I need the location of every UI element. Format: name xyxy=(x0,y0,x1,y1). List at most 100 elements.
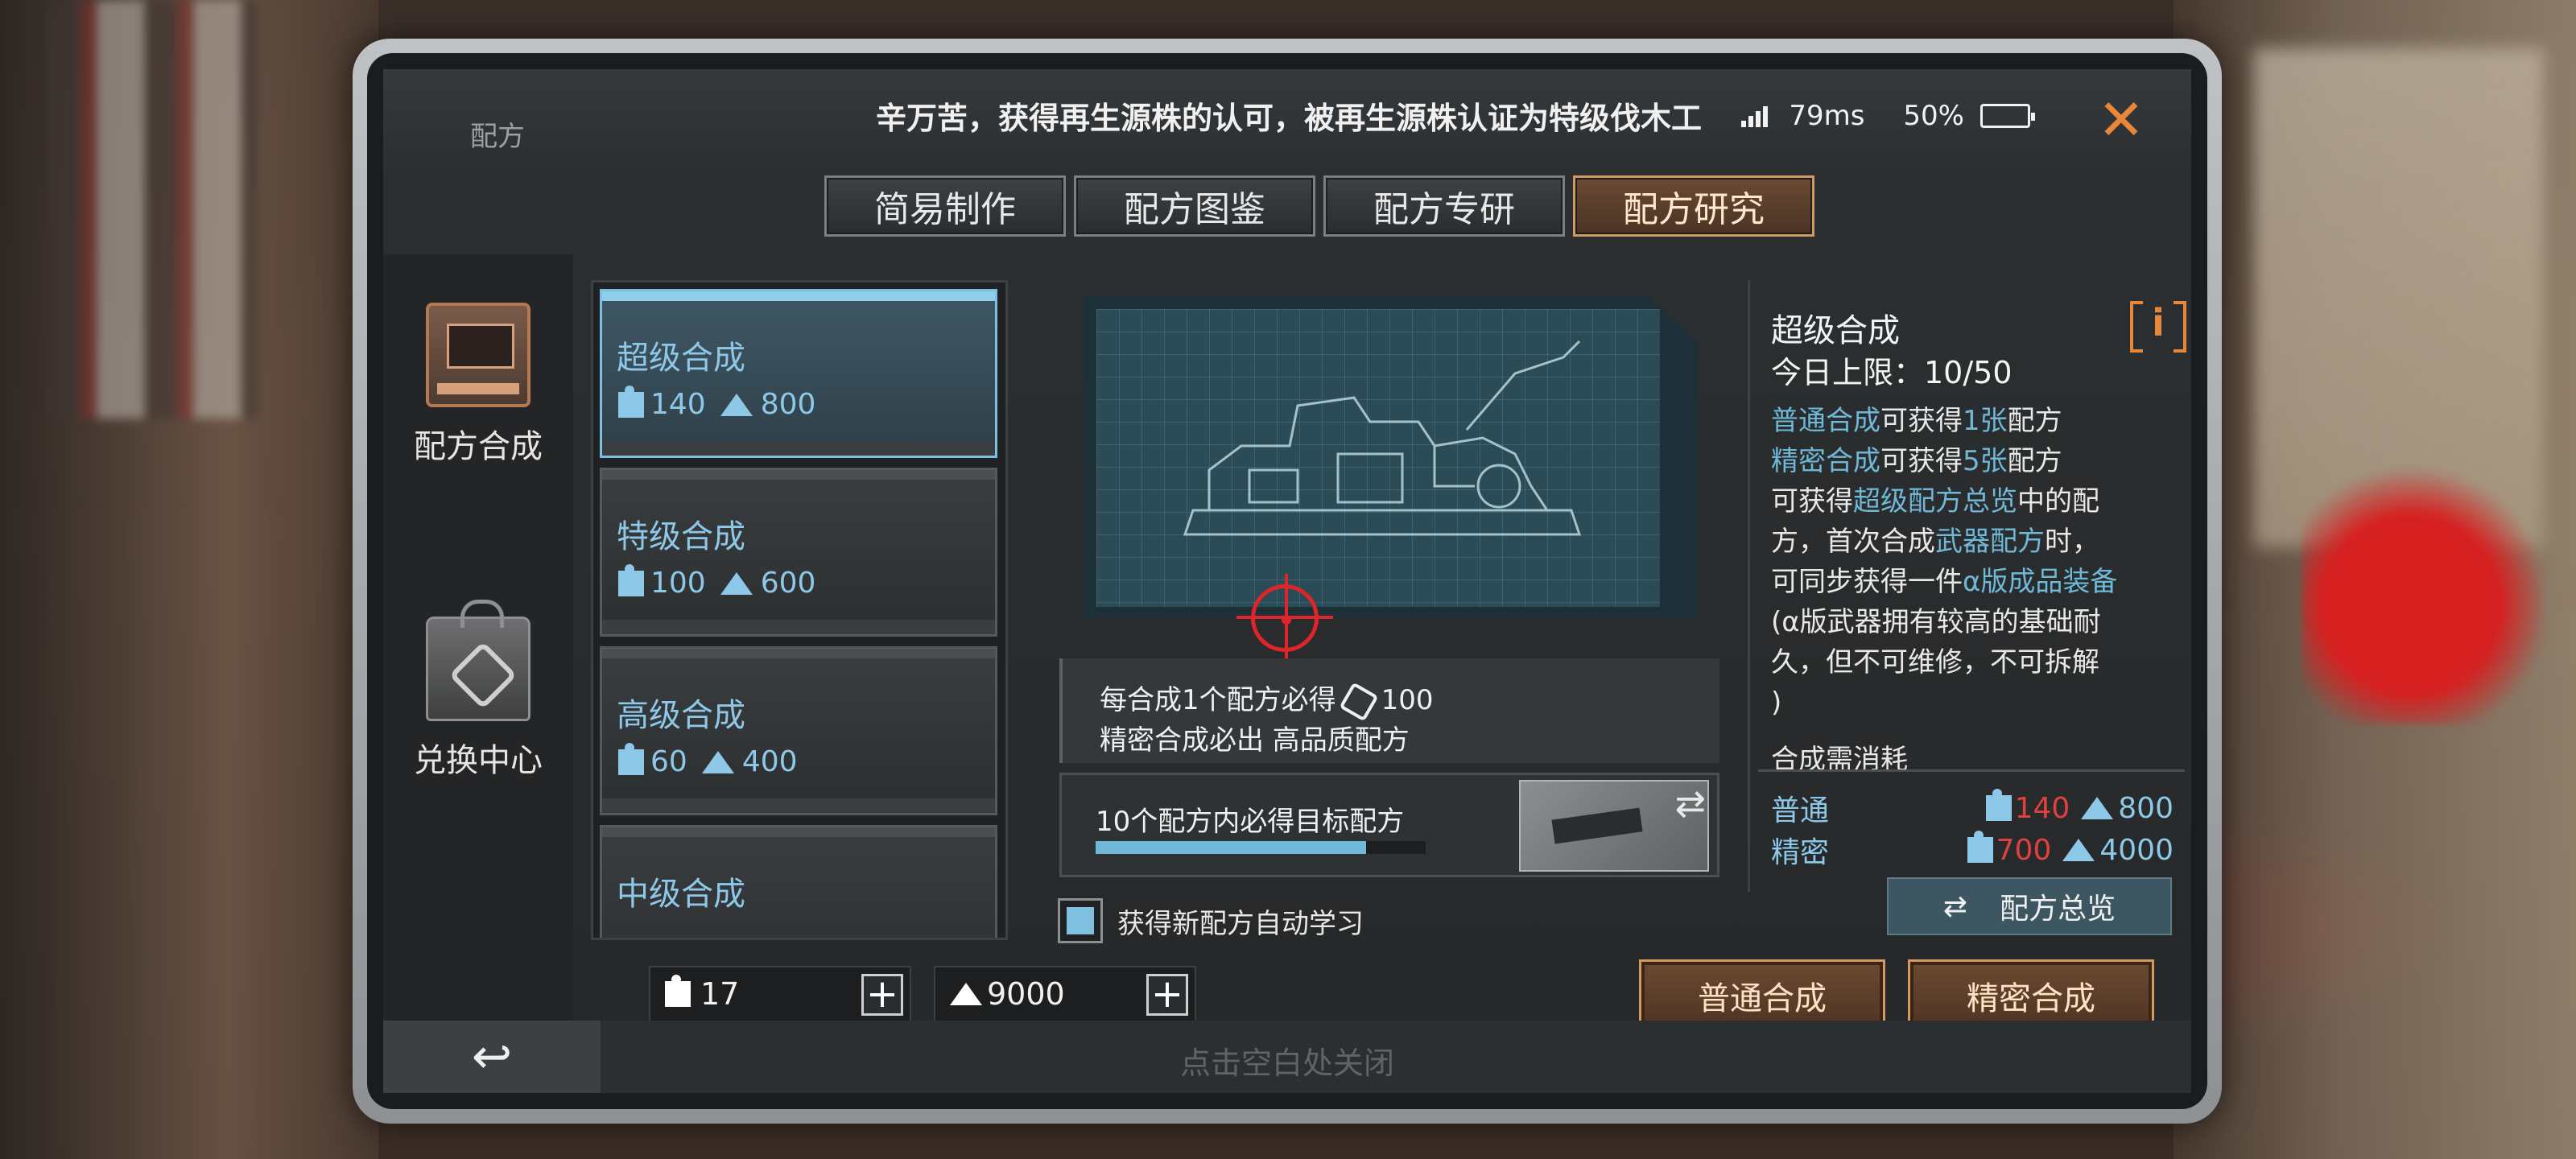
crosshair-icon xyxy=(1251,574,1319,664)
ore-icon xyxy=(2081,797,2114,819)
ore-cost: 600 xyxy=(760,567,816,600)
desc-text: 中的配 xyxy=(2017,485,2099,518)
desc-highlight: 精密合成 xyxy=(1771,445,1880,477)
reward-line-2: 精密合成必出 高品质配方 xyxy=(1100,724,1410,757)
ore-icon xyxy=(720,393,753,416)
sidebar: 配方合成 兑换中心 xyxy=(383,254,573,1027)
add-puzzle-button[interactable]: + xyxy=(861,974,903,1016)
overview-label: 配方总览 xyxy=(2000,893,2116,926)
desc-text: 可同步获得一件 xyxy=(1771,566,1963,598)
recipe-list[interactable]: 超级合成 140 800 特级合成 100 600 高级合成 60 400 中级… xyxy=(591,280,1008,940)
blueprint-image xyxy=(1096,309,1660,607)
back-button[interactable]: ↩ xyxy=(383,1021,601,1093)
battery-icon xyxy=(1980,104,2035,128)
tablet-screen: 配方 辛万苦，获得再生源株的认可，被再生源株认证为特级伐木工 79ms 50% … xyxy=(367,53,2207,1109)
tab-recipe-catalog[interactable]: 配方图鉴 xyxy=(1074,175,1315,237)
auto-learn-toggle[interactable]: 获得新配方自动学习 xyxy=(1058,898,1364,943)
card-strip xyxy=(602,291,995,301)
cost-row-precise: 精密 700 4000 xyxy=(1771,829,2174,871)
target-text: 10个配方内必得目标配方 xyxy=(1096,806,1405,838)
desc-line-4: 方，首次合成武器配方时， xyxy=(1771,522,2190,562)
ore-cost: 400 xyxy=(741,745,798,778)
sidebar-item-label: 兑换中心 xyxy=(414,742,543,779)
background-red-object xyxy=(2302,459,2544,724)
tab-recipe-study[interactable]: 配方专研 xyxy=(1323,175,1565,237)
recipe-card-super[interactable]: 超级合成 140 800 xyxy=(600,289,997,458)
swap-icon[interactable]: ⇄ xyxy=(1674,782,1706,825)
desc-highlight: 5张 xyxy=(1963,445,2008,477)
puzzle-icon xyxy=(618,563,644,596)
close-button[interactable]: ✕ xyxy=(2093,92,2149,148)
target-progress-bar xyxy=(1096,841,1426,854)
normal-ore-cost: 800 xyxy=(2118,791,2174,825)
puzzle-resource: 17 + xyxy=(649,966,911,1022)
desc-text: 可获得 xyxy=(1771,485,1853,518)
recipe-panel: 配方 辛万苦，获得再生源株的认可，被再生源株认证为特级伐木工 79ms 50% … xyxy=(383,69,2191,1032)
recipe-name: 中级合成 xyxy=(617,876,745,913)
auto-learn-checkbox[interactable] xyxy=(1058,898,1103,943)
tab-simple-craft[interactable]: 简易制作 xyxy=(824,175,1066,237)
desc-line-1: 普通合成可获得1张配方 xyxy=(1771,401,2190,441)
desc-text: 方，首次合成 xyxy=(1771,526,1935,558)
desc-highlight: 超级配方总览 xyxy=(1853,485,2017,518)
recipe-costs: 100 600 xyxy=(618,563,816,600)
sidebar-item-recipe-synthesis[interactable]: 配方合成 xyxy=(383,303,573,467)
shopping-bag-icon xyxy=(426,600,530,721)
recipe-card-advanced[interactable]: 高级合成 60 400 xyxy=(600,646,997,815)
recipe-card-intermediate[interactable]: 中级合成 xyxy=(600,825,997,938)
terminal-icon xyxy=(426,303,530,407)
desc-highlight: 普通合成 xyxy=(1771,405,1880,437)
detail-description: 普通合成可获得1张配方 精密合成可获得5张配方 可获得超级配方总览中的配 方，首… xyxy=(1771,401,2190,723)
recipe-preview: 每合成1个配方必得 100 精密合成必出 高品质配方 10个配方内必得目标配方 ⇄ xyxy=(1035,280,1721,892)
puzzle-cost: 100 xyxy=(650,567,706,600)
puzzle-icon xyxy=(618,742,644,775)
top-bar: 配方 辛万苦，获得再生源株的认可，被再生源株认证为特级伐木工 79ms 50% … xyxy=(383,69,2191,174)
cost-row-label: 普通 xyxy=(1771,794,1830,827)
recipe-name: 高级合成 xyxy=(617,697,745,734)
add-ore-button[interactable]: + xyxy=(1146,974,1188,1016)
recipe-costs: 60 400 xyxy=(618,742,798,778)
card-footer xyxy=(602,620,995,634)
desc-highlight: α版成品装备 xyxy=(1963,566,2118,598)
desc-text: 配方 xyxy=(2007,405,2062,437)
recipe-name: 特级合成 xyxy=(617,518,745,555)
target-recipe-box[interactable]: 10个配方内必得目标配方 ⇄ xyxy=(1059,773,1719,877)
precise-puzzle-cost: 700 xyxy=(1996,833,2052,867)
ore-icon xyxy=(720,571,753,595)
recipe-costs: 140 800 xyxy=(618,385,815,421)
recipe-card-special[interactable]: 特级合成 100 600 xyxy=(600,468,997,637)
desc-text: 可获得 xyxy=(1880,445,1963,477)
window-title: 配方 xyxy=(470,121,525,153)
tab-recipe-research[interactable]: 配方研究 xyxy=(1573,175,1814,237)
precise-ore-cost: 4000 xyxy=(2099,833,2174,867)
desc-text: 配方 xyxy=(2007,445,2062,477)
tablet-device: 配方 辛万苦，获得再生源株的认可，被再生源株认证为特级伐木工 79ms 50% … xyxy=(353,39,2222,1124)
card-footer xyxy=(602,798,995,813)
desc-line-5: 可同步获得一件α版成品装备 xyxy=(1771,562,2190,602)
ore-amount: 9000 xyxy=(987,976,1065,1012)
desc-line-2: 精密合成可获得5张配方 xyxy=(1771,441,2190,481)
signal-icon xyxy=(1741,105,1769,127)
info-icon[interactable]: i xyxy=(2130,301,2186,353)
cost-row-values: 140 800 xyxy=(1964,789,2174,825)
recipe-overview-button[interactable]: ⇄ 配方总览 xyxy=(1887,877,2172,935)
background-left xyxy=(0,0,378,1159)
reward-info-box: 每合成1个配方必得 100 精密合成必出 高品质配方 xyxy=(1059,658,1719,763)
swap-icon: ⇄ xyxy=(1942,889,1968,923)
back-arrow-icon: ↩ xyxy=(471,1029,513,1085)
puzzle-icon xyxy=(1985,789,2012,821)
card-strip xyxy=(602,470,995,480)
normal-puzzle-cost: 140 xyxy=(2014,791,2070,825)
tab-bar: 简易制作 配方图鉴 配方专研 配方研究 xyxy=(824,175,1814,237)
bottom-bar[interactable]: 点击空白处关闭 ↩ xyxy=(383,1021,2191,1093)
cost-divider xyxy=(1758,769,2185,772)
recipe-detail: 超级合成 i 今日上限：10/50 普通合成可获得1张配方 精密合成可获得5张配… xyxy=(1748,280,2186,892)
sidebar-item-exchange-center[interactable]: 兑换中心 xyxy=(383,600,573,781)
checkbox-fill xyxy=(1067,907,1094,934)
desc-text: 时， xyxy=(2045,526,2099,558)
cost-row-values: 700 4000 xyxy=(1964,831,2174,867)
sidebar-item-label: 配方合成 xyxy=(414,428,543,465)
desc-highlight: 武器配方 xyxy=(1935,526,2045,558)
reward-value: 100 xyxy=(1381,684,1434,716)
card-strip xyxy=(602,649,995,658)
